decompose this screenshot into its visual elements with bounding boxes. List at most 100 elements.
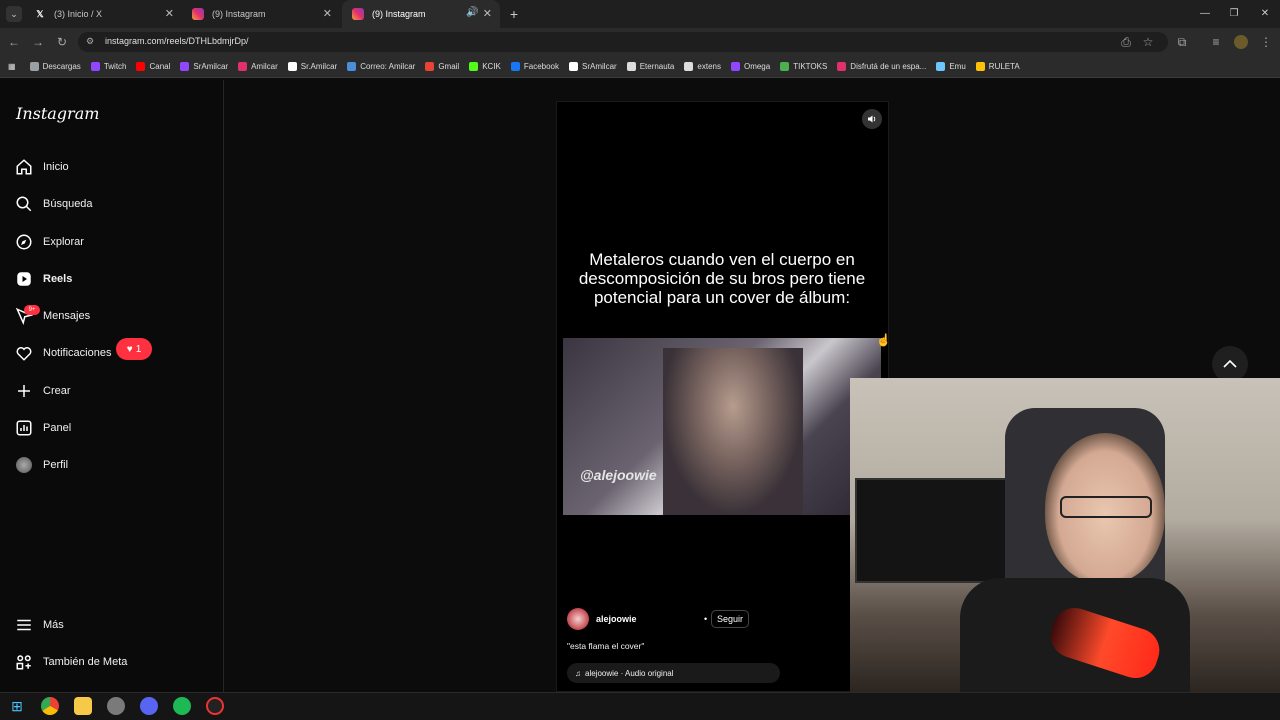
bookmark-item[interactable]: Twitch bbox=[90, 62, 127, 71]
bookmark-label: Gmail bbox=[438, 62, 460, 71]
bookmark-favicon-icon bbox=[569, 62, 579, 71]
forward-icon[interactable]: → bbox=[30, 34, 46, 50]
bookmark-item[interactable]: SrAmilcar bbox=[180, 62, 228, 71]
bookmark-label: Omega bbox=[743, 62, 771, 71]
more-menu-icon[interactable]: ⋮ bbox=[1258, 34, 1274, 50]
bookmark-favicon-icon bbox=[469, 62, 479, 71]
install-app-icon[interactable]: ⎙ bbox=[1118, 34, 1134, 50]
sidebar-item-crear[interactable]: Crear bbox=[14, 376, 71, 406]
bookmark-item[interactable]: Facebook bbox=[510, 62, 560, 71]
sidebar-item-label: Crear bbox=[43, 385, 71, 397]
heart-icon bbox=[14, 343, 34, 363]
previous-reel-button[interactable] bbox=[1212, 346, 1248, 382]
profile-avatar[interactable] bbox=[1234, 35, 1248, 49]
audio-label: alejoowie · Audio original bbox=[585, 668, 674, 678]
bookmark-favicon-icon bbox=[837, 62, 847, 71]
extensions-icon[interactable]: ⧉ bbox=[1174, 34, 1190, 50]
bookmark-item[interactable]: Eternauta bbox=[626, 62, 674, 71]
close-icon[interactable]: ✕ bbox=[323, 7, 332, 20]
restore-button[interactable]: ❐ bbox=[1219, 4, 1249, 24]
bookmark-label: Amilcar bbox=[251, 62, 278, 71]
glasses bbox=[1060, 496, 1152, 518]
volume-icon[interactable] bbox=[862, 109, 882, 129]
sidebar-item-inicio[interactable]: Inicio bbox=[14, 152, 69, 182]
bookmark-label: Twitch bbox=[103, 62, 127, 71]
sidebar-bottom-item[interactable]: Más bbox=[14, 610, 64, 640]
sidebar-bottom-item[interactable]: También de Meta bbox=[14, 647, 127, 677]
reload-icon[interactable]: ↻ bbox=[54, 34, 70, 50]
chrome-icon[interactable] bbox=[41, 697, 59, 715]
tab-x[interactable]: 𝕏 (3) Inicio / X ✕ bbox=[24, 0, 182, 28]
close-icon[interactable]: ✕ bbox=[165, 7, 174, 20]
bookmark-favicon-icon bbox=[180, 62, 190, 71]
tab-search-button[interactable]: ⌄ bbox=[6, 6, 22, 22]
author-username[interactable]: alejoowie bbox=[596, 614, 637, 624]
sidebar-item-label: Mensajes bbox=[43, 310, 91, 322]
bookmark-item[interactable]: RULETA bbox=[975, 62, 1020, 71]
instagram-logo[interactable]: Instagram bbox=[16, 104, 99, 123]
bookmark-favicon-icon bbox=[730, 62, 740, 71]
sidebar-item-perfil[interactable]: Perfil bbox=[14, 450, 68, 480]
reel-clip-image bbox=[563, 338, 881, 515]
windows-start-icon[interactable]: ⊞ bbox=[8, 697, 26, 715]
sidebar-item-panel[interactable]: Panel bbox=[14, 413, 71, 443]
home-icon bbox=[14, 157, 34, 177]
bookmark-favicon-icon bbox=[347, 62, 357, 71]
search-icon bbox=[14, 194, 34, 214]
bookmark-item[interactable]: Sr.Amilcar bbox=[287, 62, 337, 71]
tab-instagram-active[interactable]: (9) Instagram 🔊 ✕ bbox=[342, 0, 500, 28]
tab-title: (3) Inicio / X bbox=[54, 9, 103, 19]
bookmark-star-icon[interactable]: ☆ bbox=[1140, 34, 1156, 50]
bookmark-label: SrAmilcar bbox=[193, 62, 229, 71]
sidebar-item-explorar[interactable]: Explorar bbox=[14, 227, 84, 257]
bookmark-label: Facebook bbox=[523, 62, 560, 71]
sidebar-item-label: También de Meta bbox=[43, 656, 128, 668]
spotify-icon[interactable] bbox=[173, 697, 191, 715]
bookmark-item[interactable]: Disfrutá de un espa... bbox=[837, 62, 926, 71]
bookmark-item[interactable]: Canal bbox=[136, 62, 170, 71]
sidebar-item-reels[interactable]: Reels bbox=[14, 264, 72, 294]
bookmark-favicon-icon bbox=[780, 62, 790, 71]
speaker-icon[interactable]: 🔊 bbox=[466, 7, 478, 18]
app-icon[interactable] bbox=[107, 697, 125, 715]
bookmark-favicon-icon bbox=[238, 62, 248, 71]
plus-icon bbox=[14, 381, 34, 401]
compass-icon bbox=[14, 232, 34, 252]
bookmark-item[interactable]: Gmail bbox=[425, 62, 459, 71]
bookmark-item[interactable]: TIKTOKS bbox=[780, 62, 827, 71]
bookmark-item[interactable]: KCIK bbox=[469, 62, 501, 71]
bookmark-item[interactable]: Correo: Amilcar bbox=[347, 62, 415, 71]
apps-grid-icon[interactable]: ▦ bbox=[8, 62, 16, 71]
bookmark-item[interactable]: SrAmilcar bbox=[569, 62, 617, 71]
bookmark-item[interactable]: Emu bbox=[936, 62, 966, 71]
close-window-button[interactable]: ✕ bbox=[1250, 4, 1280, 24]
bookmark-item[interactable]: extens bbox=[684, 62, 721, 71]
site-info-icon[interactable]: ⚙ bbox=[86, 36, 98, 48]
bookmark-favicon-icon bbox=[287, 62, 297, 71]
bookmark-item[interactable]: Descargas bbox=[29, 62, 81, 71]
tab-instagram-1[interactable]: (9) Instagram ✕ bbox=[182, 0, 340, 28]
monitor-in-background bbox=[855, 478, 1025, 583]
author-avatar[interactable] bbox=[567, 608, 589, 630]
bookmark-favicon-icon bbox=[510, 62, 520, 71]
sidebar-item-bsqueda[interactable]: Búsqueda bbox=[14, 189, 93, 219]
bookmark-label: Emu bbox=[949, 62, 966, 71]
close-icon[interactable]: ✕ bbox=[483, 7, 492, 20]
sidebar-item-label: Búsqueda bbox=[43, 198, 93, 210]
sidebar-item-notificaciones[interactable]: Notificaciones bbox=[14, 338, 111, 368]
file-explorer-icon[interactable] bbox=[74, 697, 92, 715]
bookmark-label: Canal bbox=[149, 62, 171, 71]
media-control-icon[interactable]: ≡ bbox=[1208, 34, 1224, 50]
back-icon[interactable]: ← bbox=[6, 34, 22, 50]
bookmark-item[interactable]: Omega bbox=[730, 62, 771, 71]
discord-icon[interactable] bbox=[140, 697, 158, 715]
bookmark-favicon-icon bbox=[975, 62, 985, 71]
bookmark-label: TIKTOKS bbox=[793, 62, 828, 71]
audio-track[interactable]: ♫ alejoowie · Audio original bbox=[567, 663, 780, 683]
obs-icon[interactable] bbox=[206, 697, 224, 715]
follow-button[interactable]: Seguir bbox=[711, 610, 749, 628]
minimize-button[interactable]: — bbox=[1190, 4, 1220, 24]
url-text[interactable]: instagram.com/reels/DTHLbdmjrDp/ bbox=[105, 36, 249, 46]
bookmark-item[interactable]: Amilcar bbox=[238, 62, 278, 71]
new-tab-button[interactable]: + bbox=[506, 6, 522, 22]
